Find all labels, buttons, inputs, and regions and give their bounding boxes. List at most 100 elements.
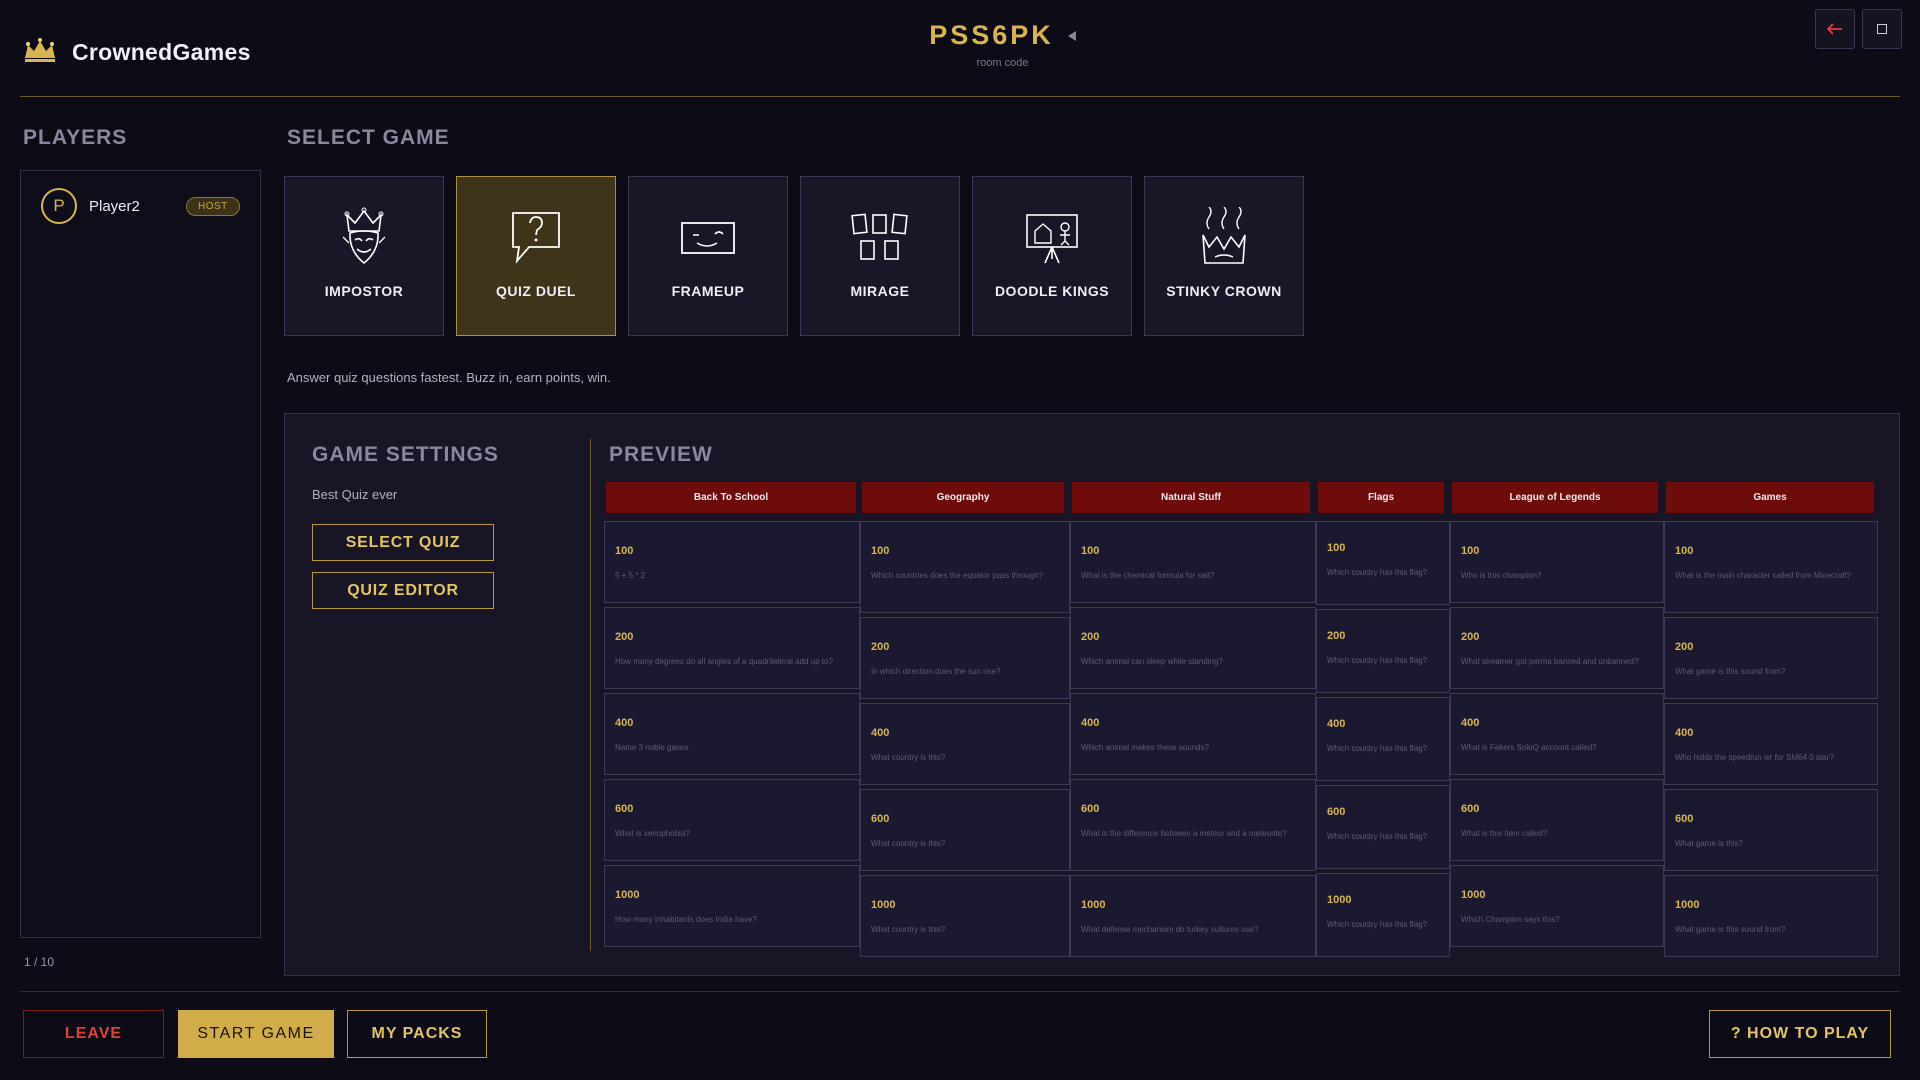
my-packs-button[interactable]: MY PACKS: [347, 1010, 487, 1058]
top-bar: CrownedGames PSS6PK room code: [0, 0, 1920, 98]
cell-points: 200: [1081, 631, 1100, 643]
category-header: Geography: [862, 482, 1064, 513]
question-cell[interactable]: 200 In which direction does the sun rise?: [860, 617, 1070, 699]
question-cell[interactable]: 400 Name 3 noble gases.: [604, 693, 860, 775]
question-cell[interactable]: 200 Which country has this flag?: [1316, 609, 1450, 693]
cell-points: 1000: [615, 889, 640, 901]
cell-question: What is this item called?: [1461, 829, 1548, 838]
question-cell[interactable]: 100 What is the chemical formula for salt…: [1070, 521, 1316, 603]
host-badge: HOST: [186, 197, 240, 216]
cell-question: What country is this?: [871, 839, 946, 848]
cell-question: Which country has this flag?: [1327, 744, 1428, 753]
back-button[interactable]: [1815, 9, 1855, 49]
caret-left-icon[interactable]: [1067, 30, 1076, 41]
jester-icon: [342, 207, 386, 265]
start-game-button[interactable]: START GAME: [178, 1010, 334, 1058]
cell-question: Who holds the speedrun wr for SM64 0 sta…: [1675, 753, 1834, 762]
question-cell[interactable]: 600 What game is this?: [1664, 789, 1878, 871]
cell-question: Which country has this flag?: [1327, 920, 1428, 929]
board-column: Flags 100 Which country has this flag? 20…: [1316, 482, 1450, 957]
game-name: QUIZ DUEL: [496, 283, 576, 299]
game-card-frameup[interactable]: FRAMEUP: [628, 176, 788, 336]
cell-points: 400: [615, 717, 634, 729]
question-cell[interactable]: 1000 Which country has this flag?: [1316, 873, 1450, 957]
question-cell[interactable]: 200 What game is this sound from?: [1664, 617, 1878, 699]
cell-question: Which country has this flag?: [1327, 656, 1428, 665]
cell-points: 100: [615, 545, 634, 557]
cell-points: 100: [1081, 545, 1100, 557]
question-cell[interactable]: 1000 What defense mechanism do turkey vul…: [1070, 875, 1316, 957]
question-cell[interactable]: 600 What is the difference between a mete…: [1070, 779, 1316, 871]
cell-question: Which country has this flag?: [1327, 832, 1428, 841]
game-card-mirage[interactable]: MIRAGE: [800, 176, 960, 336]
game-card-impostor[interactable]: IMPOSTOR: [284, 176, 444, 336]
question-cell[interactable]: 200 How many degrees do all angles of a q…: [604, 607, 860, 689]
cell-points: 1000: [1461, 889, 1486, 901]
cell-points: 600: [1461, 803, 1480, 815]
cell-points: 600: [1675, 813, 1694, 825]
question-cell[interactable]: 600 Which country has this flag?: [1316, 785, 1450, 869]
cell-question: What streamer got perma banned and unban…: [1461, 657, 1639, 666]
cell-points: 100: [1675, 545, 1694, 557]
question-cell[interactable]: 100 Which countries does the equator pass…: [860, 521, 1070, 613]
cell-points: 400: [1327, 718, 1346, 730]
question-cell[interactable]: 100 5 + 5 * 2: [604, 521, 860, 603]
cell-points: 600: [1327, 806, 1346, 818]
game-name: FRAMEUP: [671, 283, 745, 299]
leave-button[interactable]: LEAVE: [23, 1010, 164, 1058]
question-cell[interactable]: 1000 Which Champion says this?: [1450, 865, 1664, 947]
cell-question: What is the main character called from M…: [1675, 571, 1852, 580]
game-settings: GAME SETTINGS Best Quiz ever SELECT QUIZ…: [285, 414, 591, 975]
avatar: P: [41, 188, 77, 224]
cell-points: 200: [1327, 630, 1346, 642]
preview-title: PREVIEW: [609, 443, 713, 466]
question-cell[interactable]: 400 What country is this?: [860, 703, 1070, 785]
game-description: Answer quiz questions fastest. Buzz in, …: [287, 370, 611, 385]
board-column: Natural Stuff 100 What is the chemical fo…: [1070, 482, 1316, 957]
cell-points: 1000: [1081, 899, 1106, 911]
select-quiz-button[interactable]: SELECT QUIZ: [312, 524, 494, 561]
game-name: STINKY CROWN: [1166, 283, 1282, 299]
cell-question: What is the difference between a meteor …: [1081, 829, 1287, 838]
players-title: PLAYERS: [23, 126, 128, 149]
quiz-board-preview: Back To School 100 5 + 5 * 2 200 How many …: [604, 482, 1888, 966]
category-header: Games: [1666, 482, 1874, 513]
player-row[interactable]: P Player2: [41, 188, 140, 224]
settings-divider: [590, 439, 591, 951]
cell-question: Which animal can sleep while standing?: [1081, 657, 1223, 666]
game-card-doodle-kings[interactable]: DOODLE KINGS: [972, 176, 1132, 336]
cell-points: 1000: [1327, 894, 1352, 906]
question-cell[interactable]: 1000 What game is this sound from?: [1664, 875, 1878, 957]
game-card-stinky-crown[interactable]: STINKY CROWN: [1144, 176, 1304, 336]
question-cell[interactable]: 400 What is Fakers SoloQ account called?: [1450, 693, 1664, 775]
cell-question: 5 + 5 * 2: [615, 571, 646, 580]
question-cell[interactable]: 200 What streamer got perma banned and un…: [1450, 607, 1664, 689]
easel-icon: [1026, 214, 1078, 264]
category-header: Back To School: [606, 482, 856, 513]
cell-points: 100: [1327, 542, 1346, 554]
quiz-editor-button[interactable]: QUIZ EDITOR: [312, 572, 494, 609]
question-cell[interactable]: 400 Who holds the speedrun wr for SM64 0 …: [1664, 703, 1878, 785]
question-cell[interactable]: 1000 What country is this?: [860, 875, 1070, 957]
question-cell[interactable]: 200 Which animal can sleep while standing…: [1070, 607, 1316, 689]
fullscreen-button[interactable]: [1862, 9, 1902, 49]
question-cell[interactable]: 100 Who is this champion?: [1450, 521, 1664, 603]
cell-points: 400: [1675, 727, 1694, 739]
question-cell[interactable]: 100 What is the main character called fro…: [1664, 521, 1878, 613]
question-cell[interactable]: 600 What is this item called?: [1450, 779, 1664, 861]
question-cell[interactable]: 400 Which animal makes these sounds?: [1070, 693, 1316, 775]
board-column: Games 100 What is the main character call…: [1664, 482, 1878, 957]
question-cell[interactable]: 600 What country is this?: [860, 789, 1070, 871]
player-count: 1 / 10: [24, 955, 55, 969]
board-column: Geography 100 Which countries does the eq…: [860, 482, 1070, 957]
header-divider: [20, 96, 1900, 97]
question-cell[interactable]: 400 Which country has this flag?: [1316, 697, 1450, 781]
question-cell[interactable]: 600 What is xenophobia?: [604, 779, 860, 861]
how-to-play-button[interactable]: ? HOW TO PLAY: [1709, 1010, 1891, 1058]
question-cell[interactable]: 100 Which country has this flag?: [1316, 521, 1450, 605]
room-code[interactable]: PSS6PK: [929, 20, 1054, 51]
question-cell[interactable]: 1000 How many inhabitants does India have…: [604, 865, 860, 947]
cell-question: What defense mechanism do turkey vulture…: [1081, 925, 1259, 934]
game-card-quiz-duel[interactable]: QUIZ DUEL: [456, 176, 616, 336]
cell-question: Who is this champion?: [1461, 571, 1542, 580]
